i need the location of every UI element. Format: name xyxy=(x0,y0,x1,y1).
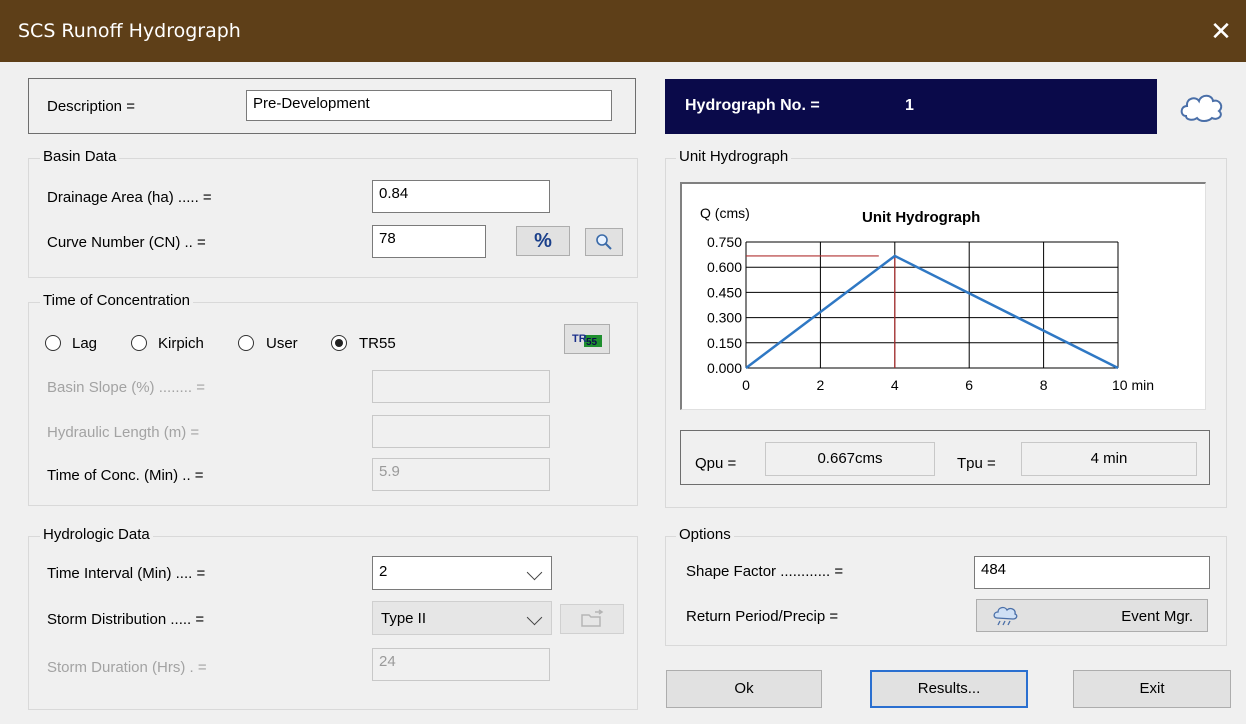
open-folder-button[interactable] xyxy=(560,604,624,634)
percent-button[interactable]: % xyxy=(516,226,570,256)
exit-button[interactable]: Exit xyxy=(1073,670,1231,708)
radio-tr55-label[interactable]: TR55 xyxy=(359,335,396,352)
chevron-down-icon xyxy=(526,609,543,626)
svg-text:55: 55 xyxy=(586,337,598,348)
title-bar: SCS Runoff Hydrograph ✕ xyxy=(0,0,1246,62)
tpu-value: 4 min xyxy=(1021,442,1197,476)
folder-icon xyxy=(579,609,605,633)
results-button[interactable]: Results... xyxy=(870,670,1028,708)
qpu-value: 0.667cms xyxy=(765,442,935,476)
shape-factor-label: Shape Factor ............ = xyxy=(686,563,844,580)
drainage-area-input[interactable]: 0.84 xyxy=(372,180,550,213)
radio-user[interactable] xyxy=(238,335,254,351)
unit-hydrograph-chart: Q (cms) Unit Hydrograph 0.000 0.150 0.300 0… xyxy=(700,205,1154,393)
curve-number-input[interactable]: 78 xyxy=(372,225,486,258)
qpu-label: Qpu = xyxy=(695,455,737,472)
storm-distribution-value: Type II xyxy=(381,610,427,627)
radio-kirpich-label[interactable]: Kirpich xyxy=(158,335,204,352)
chevron-down-icon xyxy=(526,564,543,581)
hydrograph-number-banner: Hydrograph No. = 1 xyxy=(665,79,1157,134)
svg-text:TR: TR xyxy=(572,333,587,345)
hydrograph-number-value: 1 xyxy=(905,97,914,114)
radio-lag-label[interactable]: Lag xyxy=(72,335,97,352)
chart-y-axis-label: Q (cms) xyxy=(700,205,750,221)
description-panel: Description = Pre-Development xyxy=(28,78,636,134)
radio-kirpich[interactable] xyxy=(131,335,147,351)
time-of-conc-input[interactable]: 5.9 xyxy=(372,458,550,491)
chart-frame: Q (cms) Unit Hydrograph 0.000 0.150 0.300 0… xyxy=(680,182,1206,410)
radio-lag[interactable] xyxy=(45,335,61,351)
peak-summary-panel: Qpu = 0.667cms Tpu = 4 min xyxy=(680,430,1210,485)
hydraulic-length-label: Hydraulic Length (m) = xyxy=(47,424,200,441)
time-of-conc-label: Time of Conc. (Min) .. = xyxy=(47,467,204,484)
radio-tr55[interactable] xyxy=(331,335,347,351)
options-legend: Options xyxy=(676,526,734,543)
rain-cloud-icon xyxy=(991,604,1019,632)
chart-y-tick-label: 0.750 xyxy=(707,234,742,250)
shape-factor-input[interactable]: 484 xyxy=(974,556,1210,589)
tpu-label: Tpu = xyxy=(957,455,996,472)
close-button[interactable]: ✕ xyxy=(1206,14,1236,48)
radio-user-label[interactable]: User xyxy=(266,335,298,352)
description-label: Description = xyxy=(47,98,135,115)
time-interval-value: 2 xyxy=(379,563,388,580)
magnifier-icon xyxy=(594,234,614,256)
description-input[interactable]: Pre-Development xyxy=(246,90,612,121)
tr55-icon: TR 55 xyxy=(569,333,605,354)
magnifier-button[interactable] xyxy=(585,228,623,256)
chart-x-tick-label: 0 xyxy=(742,377,750,393)
chart-y-tick-label: 0.600 xyxy=(707,259,742,275)
basin-slope-label: Basin Slope (%) ........ = xyxy=(47,379,205,396)
return-period-label: Return Period/Precip = xyxy=(686,608,839,625)
storm-duration-label: Storm Duration (Hrs) . = xyxy=(47,659,207,676)
drainage-area-label: Drainage Area (ha) ..... = xyxy=(47,189,212,206)
window-title: SCS Runoff Hydrograph xyxy=(18,20,241,42)
time-interval-label: Time Interval (Min) .... = xyxy=(47,565,206,582)
basin-slope-input[interactable] xyxy=(372,370,550,403)
chart-y-tick-label: 0.150 xyxy=(707,335,742,351)
chart-y-tick-label: 0.300 xyxy=(707,310,742,326)
chart-y-tick-label: 0.450 xyxy=(707,284,742,300)
event-manager-button[interactable]: Event Mgr. xyxy=(976,599,1208,632)
curve-number-label: Curve Number (CN) .. = xyxy=(47,234,206,251)
storm-duration-input[interactable]: 24 xyxy=(372,648,550,681)
storm-distribution-label: Storm Distribution ..... = xyxy=(47,611,205,628)
chart-x-tick-label: 8 xyxy=(1040,377,1048,393)
ok-button[interactable]: Ok xyxy=(666,670,822,708)
chart-series-line xyxy=(745,254,1119,370)
chart-x-tick-label: 6 xyxy=(965,377,973,393)
cloud-icon[interactable] xyxy=(1178,88,1226,124)
time-interval-select[interactable]: 2 xyxy=(372,556,552,590)
chart-title: Unit Hydrograph xyxy=(862,209,980,226)
storm-distribution-select[interactable]: Type II xyxy=(372,601,552,635)
chart-x-tick-label: 2 xyxy=(817,377,825,393)
unit-hydrograph-legend: Unit Hydrograph xyxy=(676,148,792,165)
basin-data-legend: Basin Data xyxy=(40,148,120,165)
hydraulic-length-input[interactable] xyxy=(372,415,550,448)
chart-x-tick-label: 4 xyxy=(891,377,899,393)
toc-legend: Time of Concentration xyxy=(40,292,194,309)
basin-data-group xyxy=(28,158,638,278)
chart-x-tick-label: 10 min xyxy=(1112,377,1154,393)
chart-y-tick-label: 0.000 xyxy=(707,360,742,376)
tr55-button[interactable]: TR 55 xyxy=(564,324,610,354)
hydrograph-number-label: Hydrograph No. = xyxy=(685,97,820,114)
hydrologic-legend: Hydrologic Data xyxy=(40,526,153,543)
event-manager-label: Event Mgr. xyxy=(1121,608,1193,625)
